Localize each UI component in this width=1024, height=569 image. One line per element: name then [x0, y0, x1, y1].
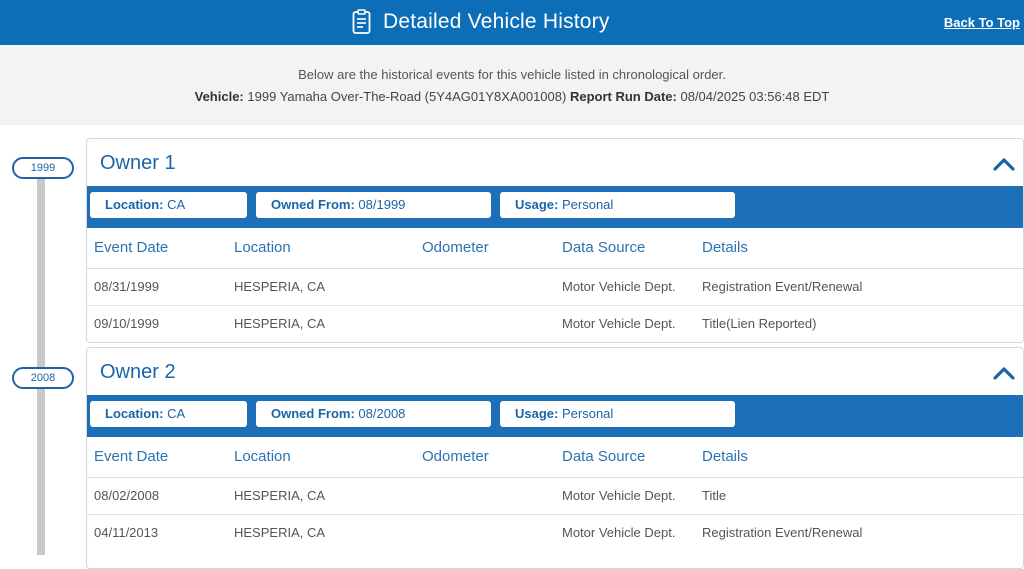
col-event-date: Event Date [94, 448, 169, 465]
owner-card: Owner 2 Location: CA Owned From: 08/2008… [86, 347, 1024, 569]
col-details: Details [702, 448, 748, 465]
document-icon [352, 9, 371, 34]
owner-title: Owner 2 [100, 361, 176, 383]
usage-value: Personal [561, 197, 614, 212]
col-details: Details [702, 239, 748, 256]
location-label: Location: [105, 406, 164, 421]
event-location: HESPERIA, CA [234, 488, 326, 503]
event-date: 04/11/2013 [94, 525, 159, 540]
timeline-year-badge: 2008 [12, 367, 74, 389]
owned-from-chip: Owned From: 08/2008 [256, 401, 491, 427]
event-details: Registration Event/Renewal [702, 279, 863, 294]
location-chip: Location: CA [90, 192, 247, 218]
col-data-source: Data Source [562, 448, 646, 465]
vehicle-summary: Vehicle: 1999 Yamaha Over-The-Road (5Y4A… [0, 89, 1024, 104]
location-value: CA [167, 197, 186, 212]
run-date-label: Report Run Date: [569, 89, 677, 104]
event-source: Motor Vehicle Dept. [562, 316, 676, 331]
col-odometer: Odometer [422, 239, 489, 256]
col-odometer: Odometer [422, 448, 489, 465]
event-source: Motor Vehicle Dept. [562, 279, 676, 294]
page-header: Detailed Vehicle History Back To Top [0, 0, 1024, 45]
vehicle-label: Vehicle: [194, 89, 244, 104]
usage-chip: Usage: Personal [500, 192, 735, 218]
owned-from-value: 08/2008 [358, 406, 406, 421]
vehicle-value: 1999 Yamaha Over-The-Road (5Y4AG01Y8XA00… [247, 89, 567, 104]
usage-label: Usage: [515, 406, 559, 421]
owner-title: Owner 1 [100, 152, 176, 174]
report-intro: Below are the historical events for this… [0, 45, 1024, 125]
event-source: Motor Vehicle Dept. [562, 525, 676, 540]
usage-chip: Usage: Personal [500, 401, 735, 427]
owned-from-label: Owned From: [271, 406, 355, 421]
event-details: Title [702, 488, 727, 503]
event-source: Motor Vehicle Dept. [562, 488, 676, 503]
col-data-source: Data Source [562, 239, 646, 256]
owned-from-label: Owned From: [271, 197, 355, 212]
events-table-header: Event Date Location Odometer Data Source… [87, 228, 1023, 269]
location-label: Location: [105, 197, 164, 212]
event-location: HESPERIA, CA [234, 525, 326, 540]
chevron-up-icon[interactable] [993, 366, 1015, 380]
back-to-top-link[interactable]: Back To Top [944, 15, 1020, 30]
events-table-header: Event Date Location Odometer Data Source… [87, 437, 1023, 478]
table-row: 08/31/1999 HESPERIA, CA Motor Vehicle De… [87, 269, 1023, 306]
header-title-group: Detailed Vehicle History [352, 8, 610, 36]
event-details: Title(Lien Reported) [702, 316, 817, 331]
owner-card: Owner 1 Location: CA Owned From: 08/1999… [86, 138, 1024, 343]
col-location: Location [234, 239, 291, 256]
table-row: 04/11/2013 HESPERIA, CA Motor Vehicle De… [87, 515, 1023, 551]
event-location: HESPERIA, CA [234, 279, 326, 294]
owner-header[interactable]: Owner 1 [87, 139, 1023, 186]
table-row: 08/02/2008 HESPERIA, CA Motor Vehicle De… [87, 478, 1023, 515]
intro-description: Below are the historical events for this… [298, 67, 726, 82]
owner-info-bar: Location: CA Owned From: 08/1999 Usage: … [87, 186, 1023, 228]
owner-header[interactable]: Owner 2 [87, 348, 1023, 395]
location-chip: Location: CA [90, 401, 247, 427]
owner-info-bar: Location: CA Owned From: 08/2008 Usage: … [87, 395, 1023, 437]
owned-from-value: 08/1999 [358, 197, 406, 212]
timeline-year-badge: 1999 [12, 157, 74, 179]
event-date: 08/31/1999 [94, 279, 160, 294]
run-date-value: 08/04/2025 03:56:48 EDT [680, 89, 830, 104]
table-row: 09/10/1999 HESPERIA, CA Motor Vehicle De… [87, 306, 1023, 342]
page-title: Detailed Vehicle History [383, 10, 610, 33]
chevron-up-icon[interactable] [993, 157, 1015, 171]
location-value: CA [167, 406, 186, 421]
usage-value: Personal [561, 406, 614, 421]
col-location: Location [234, 448, 291, 465]
event-location: HESPERIA, CA [234, 316, 326, 331]
event-details: Registration Event/Renewal [702, 525, 863, 540]
col-event-date: Event Date [94, 239, 169, 256]
event-date: 08/02/2008 [94, 488, 160, 503]
usage-label: Usage: [515, 197, 559, 212]
event-date: 09/10/1999 [94, 316, 160, 331]
owned-from-chip: Owned From: 08/1999 [256, 192, 491, 218]
timeline-line [37, 175, 45, 555]
